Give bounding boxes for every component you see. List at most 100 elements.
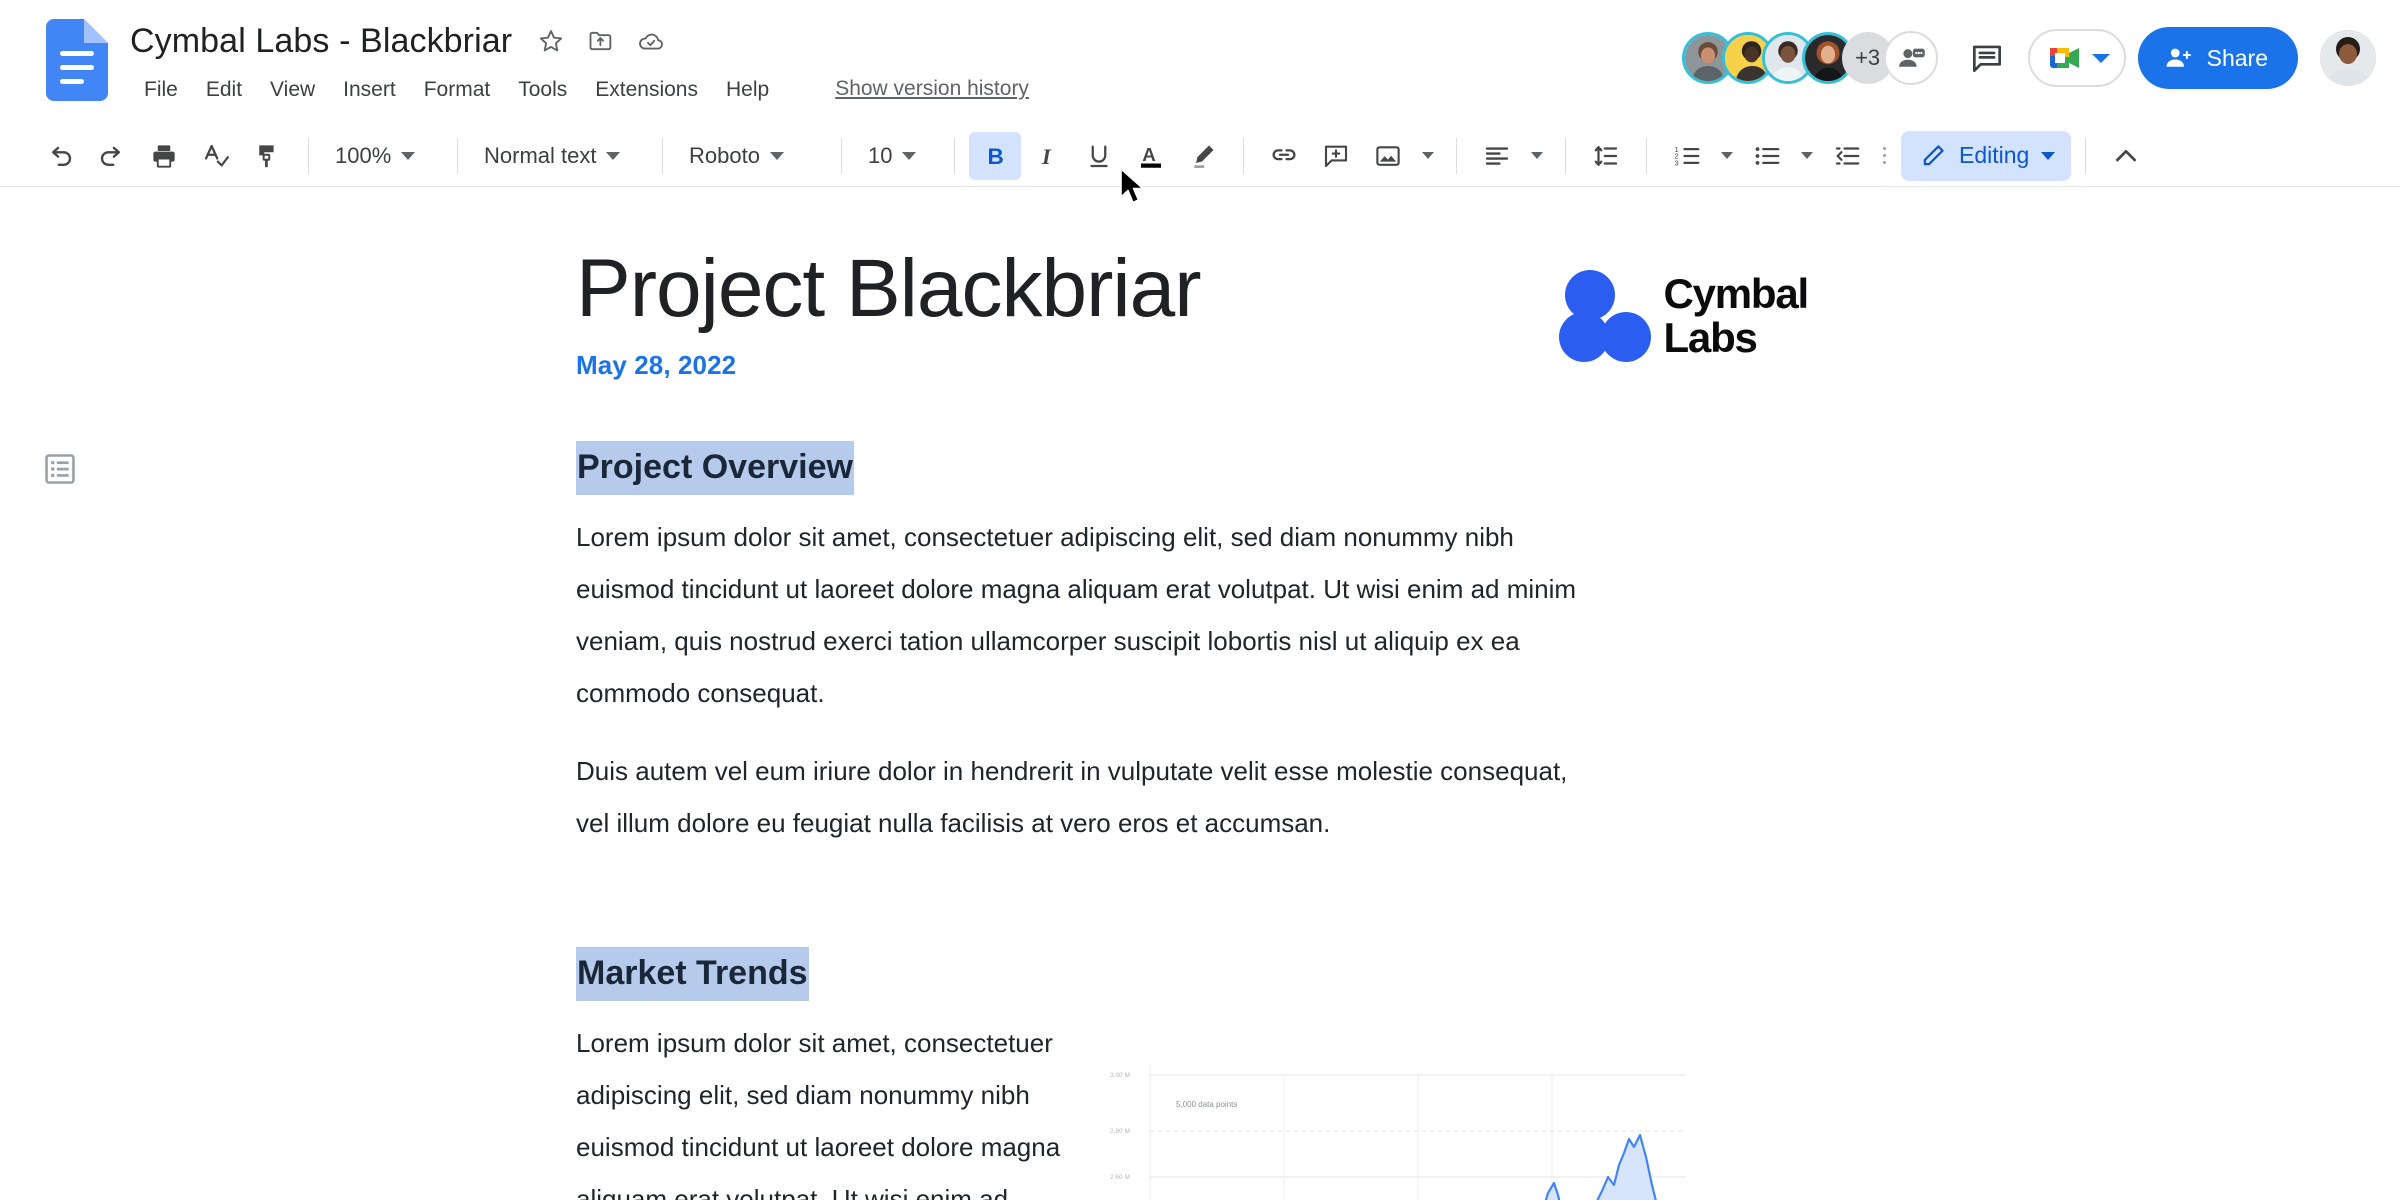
app-header: Cymbal Labs - Blackbriar File Edit View … xyxy=(0,0,2400,125)
brand-line-1: Cymbal xyxy=(1663,270,1809,317)
underline-icon[interactable] xyxy=(1073,132,1125,180)
star-icon[interactable] xyxy=(534,24,568,58)
header-actions: +3 Share xyxy=(1681,14,2376,94)
font-family-dropdown[interactable]: Roboto xyxy=(677,132,827,180)
document-page[interactable]: Project Blackbriar May 28, 2022 Cymbal L… xyxy=(576,187,1826,1200)
chevron-down-icon xyxy=(902,151,917,160)
svg-text:B: B xyxy=(988,144,1004,169)
toolbar-divider xyxy=(954,137,955,174)
toolbar-divider xyxy=(1243,137,1244,174)
add-comment-icon[interactable] xyxy=(1310,132,1362,180)
cymbal-labs-logo: Cymbal Labs xyxy=(1559,270,1809,362)
paragraph: Duis autem vel eum iriure dolor in hendr… xyxy=(576,756,1568,838)
svg-text:I: I xyxy=(1041,144,1052,169)
paragraph-style-value: Normal text xyxy=(484,142,597,168)
document-canvas: Project Blackbriar May 28, 2022 Cymbal L… xyxy=(0,187,2400,1200)
comment-history-icon[interactable] xyxy=(1958,29,2016,87)
svg-text:3.00 M: 3.00 M xyxy=(1110,1072,1130,1079)
toolbar-divider xyxy=(662,137,663,174)
numbered-list-options-dropdown[interactable] xyxy=(1713,132,1741,180)
edit-pencil-icon xyxy=(1923,144,1944,165)
numbered-list-icon[interactable]: 1 2 3 xyxy=(1661,132,1713,180)
chevron-down-icon xyxy=(769,151,784,160)
chevron-down-icon xyxy=(1801,152,1813,159)
chevron-down-icon xyxy=(606,151,621,160)
chevron-down-icon[interactable] xyxy=(2091,53,2110,63)
editing-mode-dropdown[interactable]: Editing xyxy=(1901,130,2072,181)
formatting-toolbar: 100% Normal text Roboto 10 B I A 1 2 3 E… xyxy=(0,125,2400,187)
more-options-icon[interactable] xyxy=(1875,136,1893,176)
menu-tools[interactable]: Tools xyxy=(504,71,581,108)
section-project-overview: Project Overview Lorem ipsum dolor sit a… xyxy=(576,381,1826,849)
decrease-indent-icon[interactable] xyxy=(1821,132,1873,180)
document-title[interactable]: Cymbal Labs - Blackbriar xyxy=(130,19,518,63)
google-docs-icon[interactable] xyxy=(46,19,108,101)
svg-text:3: 3 xyxy=(1675,158,1679,167)
spellcheck-icon[interactable] xyxy=(190,132,242,180)
account-avatar[interactable] xyxy=(2320,30,2376,86)
text-with-inline-chart: Lorem ipsum dolor sit amet, consectetuer… xyxy=(576,1017,1826,1200)
paint-format-icon[interactable] xyxy=(242,132,294,180)
toolbar-divider xyxy=(841,137,842,174)
menu-view[interactable]: View xyxy=(256,71,329,108)
chevron-down-icon xyxy=(401,151,416,160)
menu-bar: File Edit View Insert Format Tools Exten… xyxy=(130,70,1682,108)
document-status-cloud-icon[interactable] xyxy=(634,24,668,58)
section-heading: Market Trends xyxy=(576,947,809,1001)
undo-icon[interactable] xyxy=(34,132,86,180)
document-header-block: Project Blackbriar May 28, 2022 Cymbal L… xyxy=(576,242,1826,381)
redo-icon[interactable] xyxy=(86,132,138,180)
align-options-dropdown[interactable] xyxy=(1523,132,1551,180)
add-collaborator-icon[interactable] xyxy=(1883,31,1938,85)
svg-text:2.80 M: 2.80 M xyxy=(1110,1128,1130,1135)
print-icon[interactable] xyxy=(138,132,190,180)
zoom-value: 100% xyxy=(335,142,392,168)
title-row: Cymbal Labs - Blackbriar xyxy=(130,16,1682,66)
italic-icon[interactable]: I xyxy=(1021,132,1073,180)
embedded-chart-image[interactable]: 3.00 M 2.80 M 2.60 M 2.40 M 2.20 M 5,000… xyxy=(1106,1053,1686,1200)
menu-extensions[interactable]: Extensions xyxy=(581,71,712,108)
svg-text:5,000 data points: 5,000 data points xyxy=(1176,1100,1237,1109)
paragraph-style-dropdown[interactable]: Normal text xyxy=(472,132,648,180)
cymbal-labs-wordmark: Cymbal Labs xyxy=(1663,270,1809,361)
bulleted-list-icon[interactable] xyxy=(1741,132,1793,180)
collapse-toolbar-icon[interactable] xyxy=(2100,132,2152,180)
svg-text:A: A xyxy=(1142,144,1156,165)
show-version-history-link[interactable]: Show version history xyxy=(833,71,1031,107)
share-button[interactable]: Share xyxy=(2137,27,2298,89)
menu-help[interactable]: Help xyxy=(712,71,783,108)
toolbar-divider xyxy=(2085,137,2087,174)
brand-line-2: Labs xyxy=(1663,314,1757,361)
image-options-dropdown[interactable] xyxy=(1414,132,1442,180)
highlight-color-icon[interactable] xyxy=(1177,132,1229,180)
font-size-value: 10 xyxy=(868,142,893,168)
chevron-down-icon xyxy=(2041,151,2056,160)
font-family-value: Roboto xyxy=(689,142,760,168)
section-market-trends: Market Trends Lorem ipsum dolor sit amet… xyxy=(576,875,1826,1200)
editing-mode-label: Editing xyxy=(1959,142,2030,168)
move-to-folder-icon[interactable] xyxy=(584,24,618,58)
insert-image-icon[interactable] xyxy=(1362,132,1414,180)
line-spacing-icon[interactable] xyxy=(1580,132,1632,180)
insert-link-icon[interactable] xyxy=(1258,132,1310,180)
font-size-dropdown[interactable]: 10 xyxy=(856,132,940,180)
menu-file[interactable]: File xyxy=(130,71,192,108)
menu-edit[interactable]: Edit xyxy=(192,71,256,108)
align-left-icon[interactable] xyxy=(1471,132,1523,180)
header-title-and-menus: Cymbal Labs - Blackbriar File Edit View … xyxy=(130,14,1682,108)
document-outline-icon[interactable] xyxy=(36,445,84,493)
menu-format[interactable]: Format xyxy=(410,71,505,108)
bulleted-list-options-dropdown[interactable] xyxy=(1793,132,1821,180)
market-trends-area-chart: 3.00 M 2.80 M 2.60 M 2.40 M 2.20 M 5,000… xyxy=(1110,1063,1686,1200)
zoom-dropdown[interactable]: 100% xyxy=(323,132,443,180)
svg-text:2.60 M: 2.60 M xyxy=(1110,1174,1130,1181)
google-meet-icon[interactable] xyxy=(2027,29,2126,87)
chevron-down-icon xyxy=(1531,152,1543,159)
share-button-label: Share xyxy=(2206,44,2268,71)
toolbar-divider xyxy=(1565,137,1566,174)
menu-insert[interactable]: Insert xyxy=(329,71,410,108)
share-people-icon xyxy=(2166,48,2191,67)
cymbal-labs-logo-mark xyxy=(1559,270,1652,362)
text-color-icon[interactable]: A xyxy=(1125,132,1177,180)
bold-icon[interactable]: B xyxy=(969,131,1021,180)
